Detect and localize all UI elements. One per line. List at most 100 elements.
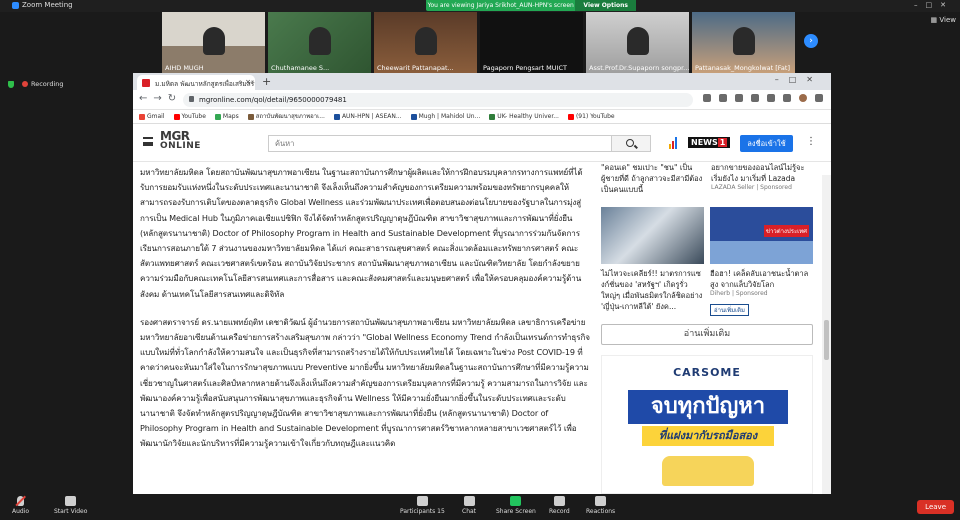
view-button[interactable]: ▦ View: [931, 16, 956, 24]
shared-browser-window: ม.มหิดล พัฒนาหลักสูตรเพื่อเสริมสร้าง...×…: [133, 73, 831, 494]
ad-headline: จบทุกปัญหา: [628, 390, 788, 424]
search-icon[interactable]: [612, 135, 651, 152]
scrollbar-thumb[interactable]: [824, 320, 829, 360]
sponsored-story[interactable]: อยากขายของออนไลน์ไม่รู้จะเริ่มยังไง มาเร…: [711, 162, 813, 195]
mgr-online-logo[interactable]: MGR ONLINE: [160, 130, 201, 151]
participants-count: 15: [437, 508, 445, 515]
ad-brand: CARSOME: [673, 366, 741, 379]
sidebar: "คอนเด" ชมเปาะ "ชน" เป็นผู้ชายที่ดี ถ้าล…: [601, 162, 813, 494]
web-page: MGR ONLINE ค้นหา NEWS 1 ลงชื่อเข้าใช้ ⋮ ม…: [133, 124, 831, 494]
record-label: Record: [549, 508, 570, 515]
car-image: [662, 456, 754, 486]
chat-button[interactable]: Chat: [462, 496, 476, 515]
stats-chart-icon[interactable]: [669, 137, 679, 149]
bookmark-item[interactable]: YouTube: [173, 110, 206, 123]
translate-icon[interactable]: [703, 94, 711, 102]
zoom-logo-icon: [12, 1, 19, 9]
zoom-icon[interactable]: [719, 94, 727, 102]
bookmark-item[interactable]: AUN-HPN | ASEAN...: [333, 110, 402, 123]
profile-avatar[interactable]: [799, 94, 807, 102]
read-more-button[interactable]: อ่านเพิ่มเติม: [601, 324, 813, 345]
browser-window-controls[interactable]: –□✕: [775, 75, 823, 84]
sidebar-top-row: "คอนเด" ชมเปาะ "ชน" เป็นผู้ชายที่ดี ถ้าล…: [601, 162, 813, 195]
reactions-button[interactable]: Reactions: [586, 496, 615, 515]
view-label: View: [939, 16, 956, 24]
bookmarks-bar: Gmail YouTube Maps สถาบันพัฒนาสุขภาพอาเ.…: [133, 110, 831, 124]
participant-name: Chuthamanee S...: [271, 64, 330, 72]
logo-sub: ONLINE: [160, 141, 201, 151]
security-shield-icon: [8, 80, 14, 88]
person-silhouette: [414, 26, 437, 55]
news-thumbnail: [601, 207, 704, 264]
next-participants-arrow-icon[interactable]: ›: [804, 34, 818, 48]
search-input[interactable]: ค้นหา: [268, 135, 612, 152]
chart-bar: [672, 141, 674, 149]
card-title: ไม่ไหวจะเคลียร์!! มาตรการแซงก์ชั่นของ 'ส…: [601, 269, 703, 311]
participant-video[interactable]: Chuthamanee S...: [268, 12, 371, 74]
bookmark-item[interactable]: สถาบันพัฒนาสุขภาพอาเ...: [247, 110, 325, 123]
participant-name: Cheewarit Pattanapat...: [377, 64, 454, 72]
maps-icon: [214, 113, 221, 120]
site-icon: [247, 113, 254, 120]
extensions-icon[interactable]: [767, 94, 775, 102]
person-silhouette: [202, 26, 225, 55]
record-button[interactable]: Record: [549, 496, 570, 515]
star-icon[interactable]: [751, 94, 759, 102]
zoom-title-text: Zoom Meeting: [22, 1, 73, 9]
browser-tab[interactable]: ม.มหิดล พัฒนาหลักสูตรเพื่อเสริมสร้าง...×: [137, 75, 255, 90]
share-screen-icon: [510, 496, 522, 506]
new-tab-icon[interactable]: +: [262, 75, 271, 88]
chart-bar: [669, 144, 671, 149]
login-button[interactable]: ลงชื่อเข้าใช้: [740, 135, 793, 152]
leave-button[interactable]: Leave: [917, 500, 954, 514]
bookmark-label: Gmail: [147, 113, 165, 120]
bookmark-item[interactable]: Mugh | Mahidol Un...: [410, 110, 480, 123]
participants-button[interactable]: Participants 15: [400, 496, 445, 515]
bookmark-item[interactable]: Maps: [214, 110, 239, 123]
bookmark-item[interactable]: UK- Healthy Univer...: [489, 110, 559, 123]
share-screen-label: Share Screen: [496, 508, 536, 515]
close-tab-icon[interactable]: ×: [245, 78, 251, 86]
reading-list-icon[interactable]: [783, 94, 791, 102]
window-controls[interactable]: –□✕: [914, 1, 954, 9]
lock-icon: [189, 96, 194, 102]
news-thumbnail: [710, 207, 813, 264]
sponsored-card[interactable]: ฮือฮา! เคล็ดลับเอาชนะน้ำตาลสูง จากแล็บวิ…: [710, 207, 813, 316]
news-card[interactable]: ไม่ไหวจะเคลียร์!! มาตรการแซงก์ชั่นของ 'ส…: [601, 207, 704, 316]
person-silhouette: [732, 26, 755, 55]
toolbar-icons: [703, 94, 823, 102]
share-screen-button[interactable]: Share Screen: [496, 496, 536, 515]
start-video-button[interactable]: Start Video: [54, 496, 87, 515]
bookmark-label: AUN-HPN | ASEAN...: [341, 113, 402, 120]
more-menu-icon[interactable]: ⋮: [806, 136, 816, 147]
sidebar-story[interactable]: "คอนเด" ชมเปาะ "ชน" เป็นผู้ชายที่ดี ถ้าล…: [601, 162, 703, 195]
audio-button[interactable]: Audio: [12, 496, 29, 515]
share-icon[interactable]: [735, 94, 743, 102]
bookmark-item[interactable]: (91) YouTube: [567, 110, 615, 123]
participant-video[interactable]: Pagaporn Pengsart MUICT: [480, 12, 583, 74]
hamburger-menu-icon[interactable]: [143, 137, 153, 146]
bookmark-label: (91) YouTube: [575, 113, 615, 120]
bookmark-label: UK- Healthy Univer...: [497, 113, 559, 120]
chat-icon: [463, 496, 475, 506]
participant-video[interactable]: AIHD MUGH: [162, 12, 265, 74]
recording-indicator: Recording: [8, 80, 64, 88]
carsome-ad[interactable]: CARSOME จบทุกปัญหา ที่แฝงมากับรถมือสอง: [601, 355, 813, 494]
view-options-button[interactable]: View Options: [575, 0, 636, 11]
nav-buttons[interactable]: ←→↻: [139, 93, 182, 104]
youtube-icon: [173, 113, 180, 120]
chat-label: Chat: [462, 508, 477, 515]
card-readmore-button[interactable]: อ่านเพิ่มเติม: [710, 304, 749, 316]
bookmark-item[interactable]: Gmail: [139, 110, 165, 123]
news1-number: 1: [717, 138, 728, 147]
participant-strip: AIHD MUGH Chuthamanee S... Cheewarit Pat…: [162, 12, 795, 74]
story-title: "คอนเด" ชมเปาะ "ชน" เป็นผู้ชายที่ดี ถ้าล…: [601, 163, 703, 194]
menu-icon[interactable]: [815, 94, 823, 102]
participant-video[interactable]: Pattanasak_Mongkolwat [Fat]: [692, 12, 795, 74]
news1-logo[interactable]: NEWS 1: [688, 137, 731, 148]
address-bar[interactable]: mgronline.com/qol/detail/9650000079481: [183, 93, 693, 107]
page-scrollbar[interactable]: [822, 175, 831, 494]
zoom-titlebar: Zoom Meeting You are viewing Jariya Srik…: [0, 0, 960, 12]
participant-video[interactable]: Cheewarit Pattanapat...: [374, 12, 477, 74]
participant-video[interactable]: Asst.Prof.Dr.Supaporn songpr...: [586, 12, 689, 74]
